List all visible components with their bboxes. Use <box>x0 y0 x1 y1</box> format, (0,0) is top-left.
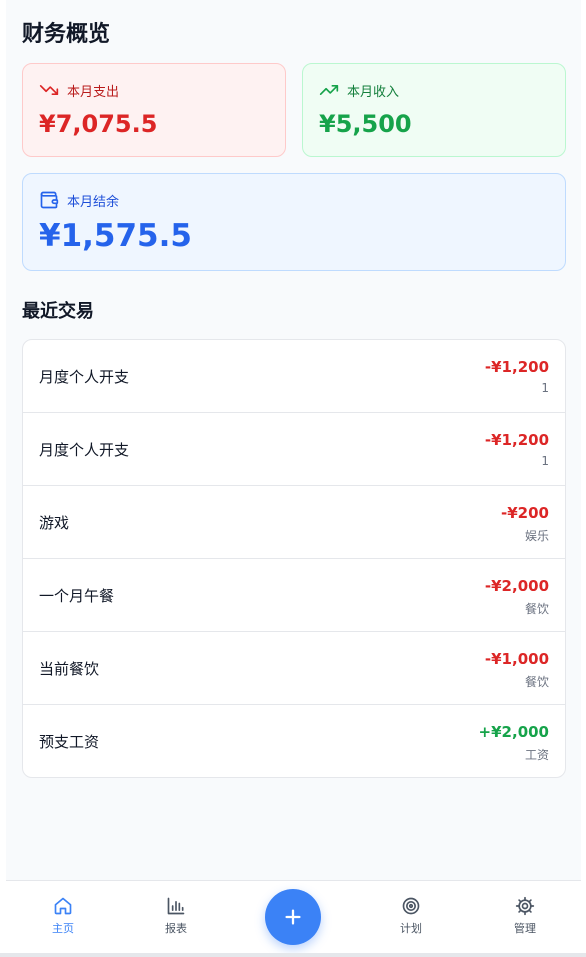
transaction-row[interactable]: 游戏 -¥200 娱乐 <box>23 486 565 559</box>
add-transaction-button[interactable] <box>265 889 321 945</box>
balance-summary-card[interactable]: 本月结余 ¥1,575.5 <box>22 173 566 271</box>
transaction-amount: +¥2,000 <box>478 723 549 741</box>
nav-label: 管理 <box>514 922 536 935</box>
income-summary-card[interactable]: 本月收入 ¥5,500 <box>302 63 566 157</box>
transaction-name: 预支工资 <box>39 733 100 751</box>
target-icon <box>402 897 420 915</box>
recent-transactions-title: 最近交易 <box>22 301 94 322</box>
transaction-name: 月度个人开支 <box>39 441 130 459</box>
nav-item-plans[interactable]: 计划 <box>381 896 441 936</box>
nav-item-reports[interactable]: 报表 <box>146 896 206 936</box>
plus-icon <box>285 909 301 925</box>
transaction-amount: -¥2,000 <box>484 577 549 595</box>
transaction-row[interactable]: 一个月午餐 -¥2,000 餐饮 <box>23 559 565 632</box>
balance-card-header: 本月结余 <box>39 190 119 210</box>
nav-item-home[interactable]: 主页 <box>33 896 93 936</box>
expense-card-header: 本月支出 <box>39 80 119 100</box>
transaction-name: 一个月午餐 <box>39 587 115 605</box>
nav-label: 报表 <box>165 922 187 935</box>
transaction-list: 月度个人开支 -¥1,200 1 月度个人开支 -¥1,200 1 游戏 -¥2… <box>22 339 566 778</box>
nav-label: 主页 <box>52 922 74 935</box>
wallet-icon <box>40 191 59 209</box>
page-title: 财务概览 <box>22 22 111 47</box>
transaction-name: 当前餐饮 <box>39 660 100 678</box>
transaction-category: 娱乐 <box>524 529 549 543</box>
expense-amount: ¥7,075.5 <box>39 110 158 138</box>
transaction-amount: -¥1,000 <box>484 650 549 668</box>
app-screen: 财务概览 本月支出 ¥7,075.5 本月收入 ¥5,500 本月结余 ¥1,5… <box>6 0 581 957</box>
income-amount: ¥5,500 <box>319 110 412 138</box>
transaction-category: 工资 <box>524 748 549 762</box>
expense-summary-card[interactable]: 本月支出 ¥7,075.5 <box>22 63 286 157</box>
transaction-category: 餐饮 <box>524 675 549 689</box>
transaction-row[interactable]: 月度个人开支 -¥1,200 1 <box>23 340 565 413</box>
home-indicator-bar <box>0 953 586 957</box>
bottom-nav: 主页 报表 计划 管理 <box>6 880 581 953</box>
nav-label: 计划 <box>400 922 422 935</box>
transaction-category: 1 <box>541 454 549 468</box>
bar-chart-icon <box>167 897 185 915</box>
transaction-name: 月度个人开支 <box>39 368 130 386</box>
gear-icon <box>515 896 535 916</box>
transaction-row[interactable]: 月度个人开支 -¥1,200 1 <box>23 413 565 486</box>
balance-label: 本月结余 <box>67 194 120 210</box>
expense-label: 本月支出 <box>67 84 120 100</box>
transaction-amount: -¥1,200 <box>484 358 549 376</box>
income-label: 本月收入 <box>347 84 400 100</box>
transaction-name: 游戏 <box>39 514 70 532</box>
trending-up-icon <box>319 85 339 95</box>
income-card-header: 本月收入 <box>319 80 399 100</box>
transaction-category: 餐饮 <box>524 602 549 616</box>
trending-down-icon <box>39 85 59 95</box>
transaction-category: 1 <box>541 381 549 395</box>
home-icon <box>54 897 72 915</box>
transaction-amount: -¥200 <box>501 504 549 522</box>
balance-amount: ¥1,575.5 <box>39 218 192 254</box>
transaction-row[interactable]: 预支工资 +¥2,000 工资 <box>23 705 565 777</box>
transaction-amount: -¥1,200 <box>484 431 549 449</box>
nav-item-manage[interactable]: 管理 <box>495 896 555 936</box>
transaction-row[interactable]: 当前餐饮 -¥1,000 餐饮 <box>23 632 565 705</box>
